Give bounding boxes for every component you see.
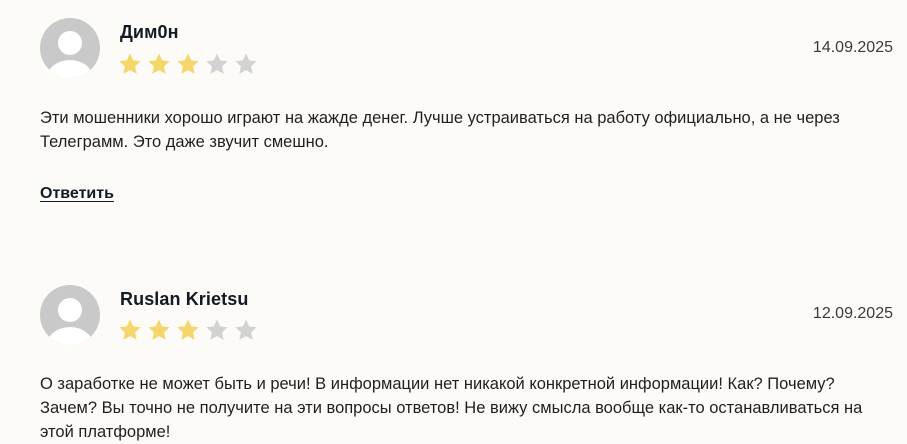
review-date: 14.09.2025: [812, 39, 893, 56]
star-rating: [118, 318, 258, 342]
review-author: Дим0н: [120, 22, 179, 42]
star-empty-icon: [235, 53, 257, 74]
user-silhouette-icon: [47, 31, 93, 78]
review-text: Эти мошенники хорошо играют на жажде ден…: [40, 109, 840, 151]
star-rating: [118, 52, 258, 76]
review-text: О заработке не может быть и речи! В инфо…: [40, 375, 863, 441]
star-filled-icon: [148, 319, 170, 340]
star-filled-icon: [177, 319, 199, 340]
review-date: 12.09.2025: [812, 305, 893, 322]
star-empty-icon: [235, 319, 257, 340]
star-filled-icon: [119, 319, 141, 340]
avatar: [40, 18, 100, 78]
star-filled-icon: [148, 53, 170, 74]
star-empty-icon: [206, 53, 228, 74]
star-filled-icon: [119, 53, 141, 74]
star-filled-icon: [177, 53, 199, 74]
reply-link[interactable]: Ответить: [40, 185, 114, 203]
review-author: Ruslan Krietsu: [120, 289, 249, 309]
user-silhouette-icon: [47, 298, 93, 345]
star-empty-icon: [206, 319, 228, 340]
avatar: [40, 285, 100, 345]
